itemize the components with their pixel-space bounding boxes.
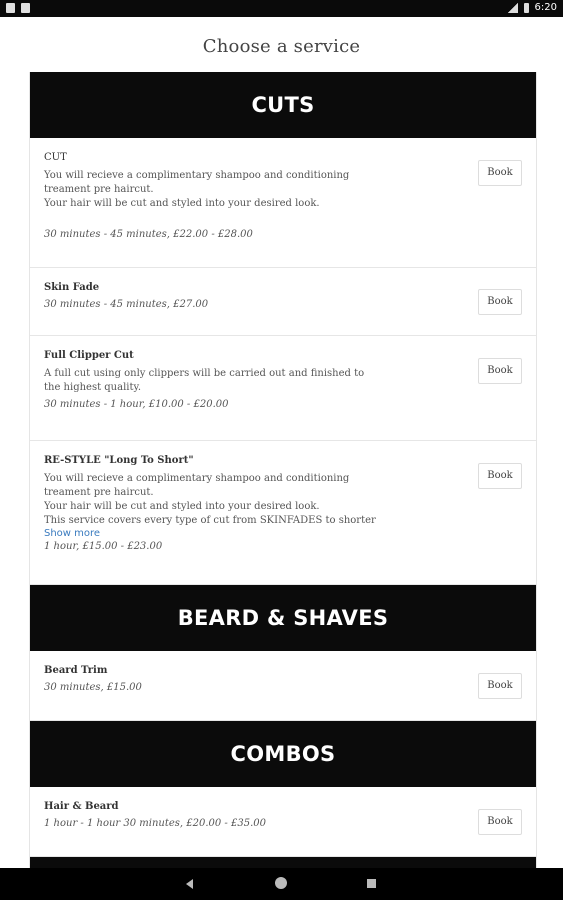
service-name: RE-STYLE "Long To Short": [44, 455, 194, 466]
service-item: Hair & Beard 1 hour - 1 hour 30 minutes,…: [30, 787, 536, 857]
service-item: Full Clipper Cut A full cut using only c…: [30, 336, 536, 441]
service-duration-price: 1 hour - 1 hour 30 minutes, £20.00 - £35…: [44, 818, 266, 829]
book-button[interactable]: Book: [478, 809, 522, 835]
description-line: This service covers every type of cut fr…: [44, 515, 376, 526]
service-duration-price: 30 minutes - 45 minutes, £22.00 - £28.00: [44, 229, 253, 240]
description-line: You will recieve a complimentary shampoo…: [44, 170, 350, 195]
back-icon[interactable]: [186, 879, 193, 889]
service-description: You will recieve a complimentary shampoo…: [44, 472, 394, 528]
book-button[interactable]: Book: [478, 160, 522, 186]
service-item: RE-STYLE "Long To Short" You will reciev…: [30, 441, 536, 585]
description-line: Your hair will be cut and styled into yo…: [44, 198, 320, 209]
description-line: You will recieve a complimentary shampoo…: [44, 473, 350, 498]
book-button[interactable]: Book: [478, 289, 522, 315]
signal-icon: [507, 2, 518, 13]
service-duration-price: 30 minutes - 45 minutes, £27.00: [44, 299, 209, 310]
category-header-combos: COMBOS: [30, 721, 536, 787]
service-description: A full cut using only clippers will be c…: [44, 368, 365, 393]
status-icons: 6:20: [507, 2, 557, 13]
service-name: Full Clipper Cut: [44, 350, 134, 361]
service-duration-price: 30 minutes, £15.00: [44, 682, 142, 693]
book-button[interactable]: Book: [478, 358, 522, 384]
service-item: Skin Fade 30 minutes - 45 minutes, £27.0…: [30, 268, 536, 336]
service-list[interactable]: CUTS CUT You will recieve a complimentar…: [29, 72, 537, 868]
description-line: Your hair will be cut and styled into yo…: [44, 501, 320, 512]
book-button[interactable]: Book: [478, 463, 522, 489]
service-name: Beard Trim: [44, 665, 108, 676]
clock: 6:20: [534, 2, 557, 13]
service-name: Skin Fade: [44, 282, 100, 293]
recent-apps-icon[interactable]: [367, 879, 376, 888]
service-duration-price: 1 hour, £15.00 - £23.00: [44, 541, 163, 552]
service-name: CUT: [44, 152, 67, 163]
service-duration-price: 30 minutes - 1 hour, £10.00 - £20.00: [44, 399, 229, 410]
service-item: Beard Trim 30 minutes, £15.00 Book: [30, 651, 536, 721]
book-button[interactable]: Book: [478, 673, 522, 699]
service-name: Hair & Beard: [44, 801, 119, 812]
notification-icon: [6, 3, 15, 13]
service-item: CUT You will recieve a complimentary sha…: [30, 138, 536, 268]
category-header-next: [30, 857, 536, 868]
battery-icon: [523, 2, 529, 13]
sd-card-icon: [21, 3, 30, 13]
home-icon[interactable]: [275, 877, 287, 889]
show-more-link[interactable]: Show more: [44, 528, 522, 539]
system-nav-bar: [0, 868, 563, 900]
notification-icons: [6, 3, 30, 13]
page-title: Choose a service: [202, 36, 361, 57]
category-header-cuts: CUTS: [30, 72, 536, 138]
status-bar: 6:20: [0, 0, 563, 17]
category-header-beard-shaves: BEARD & SHAVES: [30, 585, 536, 651]
service-description: You will recieve a complimentary shampoo…: [44, 169, 394, 211]
